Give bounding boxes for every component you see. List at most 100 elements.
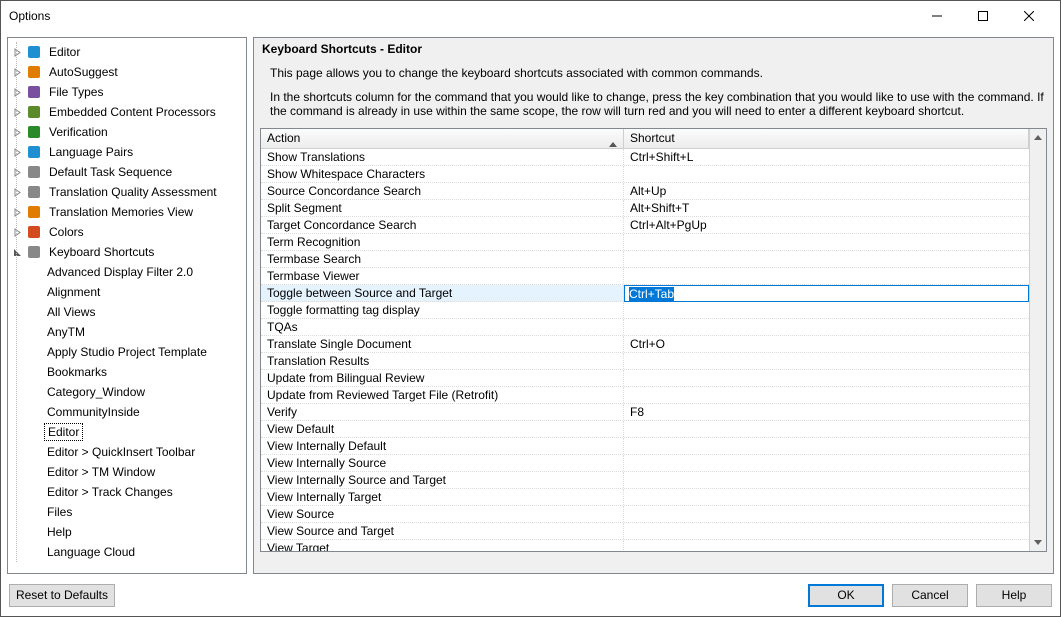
tree-child-item[interactable]: Editor > QuickInsert Toolbar bbox=[10, 442, 244, 462]
tree-expander-icon[interactable] bbox=[10, 245, 24, 259]
tree-child-item[interactable]: Category_Window bbox=[10, 382, 244, 402]
tree-expander-icon[interactable] bbox=[10, 85, 24, 99]
shortcut-cell bbox=[624, 353, 1029, 369]
tree-item[interactable]: Default Task Sequence bbox=[10, 162, 244, 182]
tree-item[interactable]: Translation Quality Assessment bbox=[10, 182, 244, 202]
titlebar: Options bbox=[1, 1, 1060, 31]
grid-row[interactable]: Translate Single DocumentCtrl+O bbox=[261, 336, 1029, 353]
tree-item-label: Editor bbox=[44, 423, 83, 441]
col-shortcut[interactable]: Shortcut bbox=[624, 129, 1029, 148]
tree-child-item[interactable]: CommunityInside bbox=[10, 402, 244, 422]
action-cell: Toggle formatting tag display bbox=[261, 302, 624, 318]
shortcuts-grid[interactable]: Action Shortcut Show TranslationsCtrl+Sh… bbox=[260, 128, 1047, 552]
grid-row[interactable]: View Internally Default bbox=[261, 438, 1029, 455]
tree-child-item[interactable]: All Views bbox=[10, 302, 244, 322]
tree-item[interactable]: AutoSuggest bbox=[10, 62, 244, 82]
grid-row[interactable]: View Source bbox=[261, 506, 1029, 523]
tree-item[interactable]: Colors bbox=[10, 222, 244, 242]
action-cell: Show Whitespace Characters bbox=[261, 166, 624, 182]
grid-row[interactable]: View Target bbox=[261, 540, 1029, 551]
grid-row[interactable]: View Internally Source and Target bbox=[261, 472, 1029, 489]
tree-expander-icon[interactable] bbox=[10, 205, 24, 219]
grid-row[interactable]: Update from Reviewed Target File (Retrof… bbox=[261, 387, 1029, 404]
footer: Reset to Defaults OK Cancel Help bbox=[1, 574, 1060, 616]
keyboard-icon bbox=[26, 244, 42, 260]
cancel-button[interactable]: Cancel bbox=[892, 584, 968, 607]
grid-row[interactable]: Target Concordance SearchCtrl+Alt+PgUp bbox=[261, 217, 1029, 234]
tree-item[interactable]: Embedded Content Processors bbox=[10, 102, 244, 122]
grid-row[interactable]: Show TranslationsCtrl+Shift+L bbox=[261, 149, 1029, 166]
options-tree[interactable]: Editor AutoSuggestFile TypesEmbedded Cont… bbox=[7, 37, 247, 574]
tree-child-item[interactable]: Language Cloud bbox=[10, 542, 244, 562]
file-icon bbox=[26, 84, 42, 100]
tree-child-item[interactable]: Editor > TM Window bbox=[10, 462, 244, 482]
scroll-up-icon[interactable] bbox=[1030, 129, 1046, 146]
grid-row[interactable]: Source Concordance SearchAlt+Up bbox=[261, 183, 1029, 200]
grid-row[interactable]: Term Recognition bbox=[261, 234, 1029, 251]
tree-child-item[interactable]: Apply Studio Project Template bbox=[10, 342, 244, 362]
grid-row[interactable]: VerifyF8 bbox=[261, 404, 1029, 421]
help-button[interactable]: Help bbox=[976, 584, 1052, 607]
tree-item-label: Alignment bbox=[44, 284, 103, 300]
grid-row[interactable]: Termbase Search bbox=[261, 251, 1029, 268]
tree-expander-icon[interactable] bbox=[10, 145, 24, 159]
tree-item-label: Editor > TM Window bbox=[44, 464, 158, 480]
grid-row[interactable]: Translation Results bbox=[261, 353, 1029, 370]
action-cell: Translate Single Document bbox=[261, 336, 624, 352]
tree-child-item[interactable]: Advanced Display Filter 2.0 bbox=[10, 262, 244, 282]
close-button[interactable] bbox=[1006, 1, 1052, 31]
tree-item-keyboard-shortcuts[interactable]: Keyboard Shortcuts bbox=[10, 242, 244, 262]
tree-expander-icon[interactable] bbox=[10, 45, 24, 59]
tree-child-item[interactable]: AnyTM bbox=[10, 322, 244, 342]
tree-child-item[interactable]: Bookmarks bbox=[10, 362, 244, 382]
shortcut-cell bbox=[624, 540, 1029, 551]
tree-item-label: Verification bbox=[46, 124, 111, 140]
col-action[interactable]: Action bbox=[261, 129, 624, 148]
minimize-button[interactable] bbox=[914, 1, 960, 31]
tree-item-label: Colors bbox=[46, 224, 87, 240]
tree-item-label: Bookmarks bbox=[44, 364, 110, 380]
window-title: Options bbox=[9, 9, 914, 23]
tree-expander-icon[interactable] bbox=[10, 105, 24, 119]
action-cell: Termbase Viewer bbox=[261, 268, 624, 284]
grid-row[interactable]: View Internally Source bbox=[261, 455, 1029, 472]
grid-row[interactable]: View Default bbox=[261, 421, 1029, 438]
tree-expander-icon[interactable] bbox=[10, 165, 24, 179]
action-cell: View Internally Source bbox=[261, 455, 624, 471]
tree-child-item[interactable]: Editor bbox=[10, 422, 244, 442]
grid-row[interactable]: Show Whitespace Characters bbox=[261, 166, 1029, 183]
tree-expander-icon[interactable] bbox=[10, 65, 24, 79]
tree-child-item[interactable]: Alignment bbox=[10, 282, 244, 302]
tree-item-label: Editor bbox=[46, 44, 83, 60]
grid-row[interactable]: TQAs bbox=[261, 319, 1029, 336]
action-cell: View Source and Target bbox=[261, 523, 624, 539]
grid-row[interactable]: View Internally Target bbox=[261, 489, 1029, 506]
grid-row[interactable]: Toggle formatting tag display bbox=[261, 302, 1029, 319]
tree-item[interactable]: File Types bbox=[10, 82, 244, 102]
action-cell: Update from Bilingual Review bbox=[261, 370, 624, 386]
ok-button[interactable]: OK bbox=[808, 584, 884, 607]
scroll-down-icon[interactable] bbox=[1030, 534, 1046, 551]
tree-child-item[interactable]: Help bbox=[10, 522, 244, 542]
shortcut-input[interactable] bbox=[624, 285, 1029, 302]
tree-expander-icon[interactable] bbox=[10, 185, 24, 199]
tree-item[interactable]: Verification bbox=[10, 122, 244, 142]
maximize-button[interactable] bbox=[960, 1, 1006, 31]
tree-item[interactable]: Translation Memories View bbox=[10, 202, 244, 222]
grid-row[interactable]: Termbase Viewer bbox=[261, 268, 1029, 285]
grid-row[interactable]: Update from Bilingual Review bbox=[261, 370, 1029, 387]
shortcut-cell bbox=[624, 506, 1029, 522]
tree-child-item[interactable]: Files bbox=[10, 502, 244, 522]
grid-scrollbar[interactable] bbox=[1029, 129, 1046, 551]
tree-expander-icon[interactable] bbox=[10, 225, 24, 239]
tree-expander-icon[interactable] bbox=[10, 125, 24, 139]
tree-item[interactable]: Language Pairs bbox=[10, 142, 244, 162]
grid-row[interactable]: View Source and Target bbox=[261, 523, 1029, 540]
action-cell: Translation Results bbox=[261, 353, 624, 369]
shortcut-cell: Ctrl+O bbox=[624, 336, 1029, 352]
grid-row[interactable]: Split SegmentAlt+Shift+T bbox=[261, 200, 1029, 217]
grid-row[interactable]: Toggle between Source and Target bbox=[261, 285, 1029, 302]
reset-button[interactable]: Reset to Defaults bbox=[9, 584, 115, 607]
tree-item[interactable]: Editor bbox=[10, 42, 244, 62]
tree-child-item[interactable]: Editor > Track Changes bbox=[10, 482, 244, 502]
